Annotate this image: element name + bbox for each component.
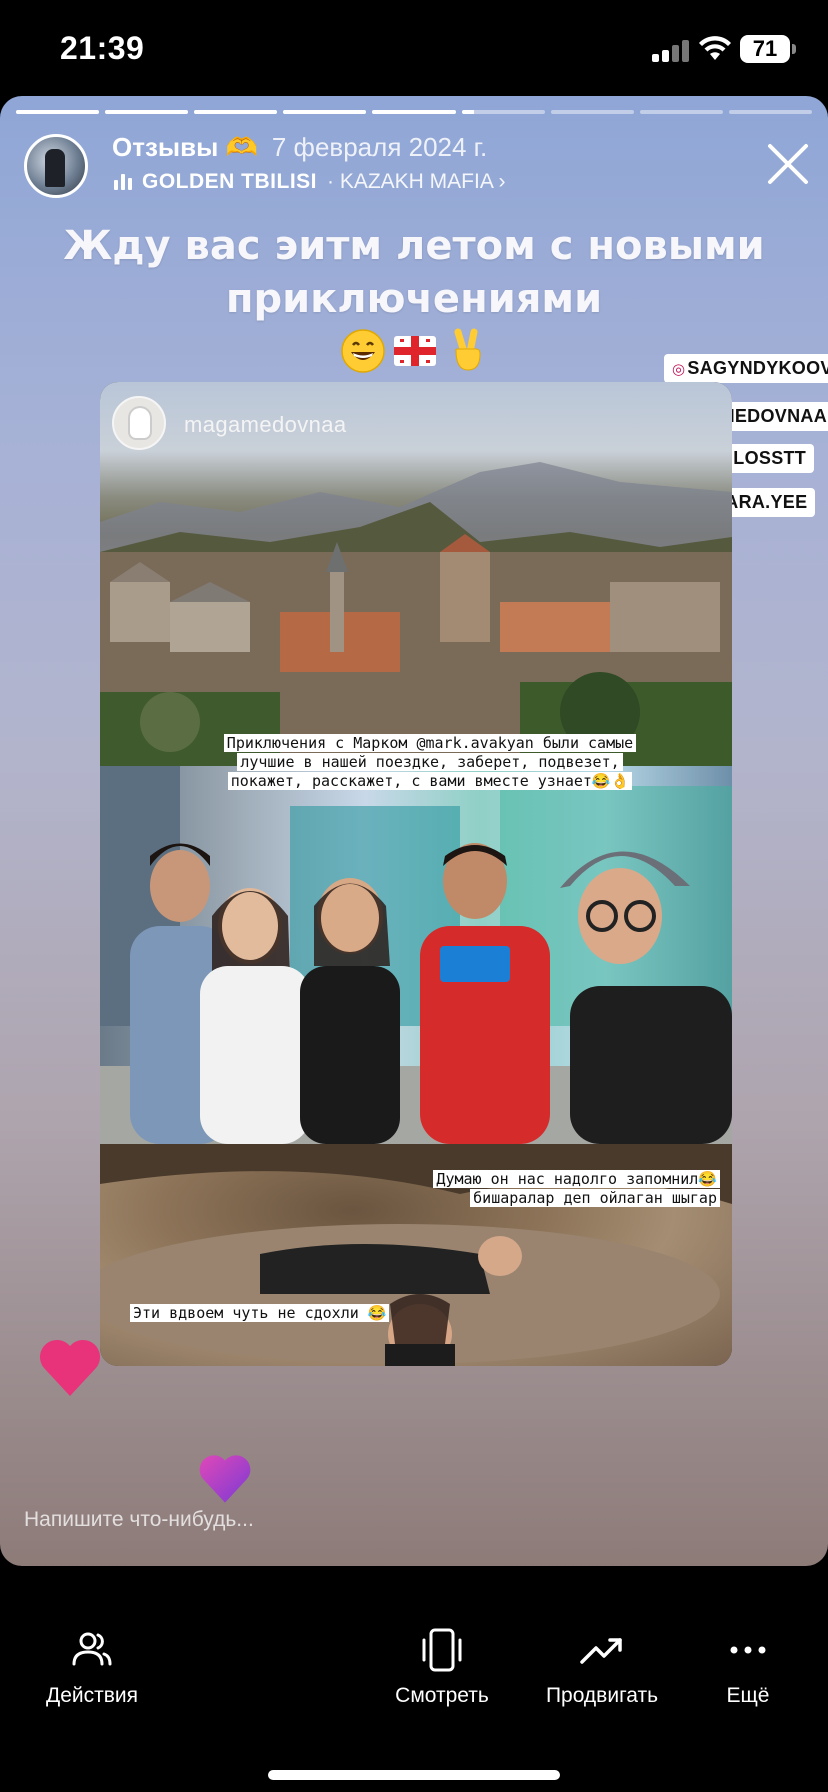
progress-segment <box>194 110 278 114</box>
progress-segment <box>372 110 456 114</box>
progress-segment <box>728 110 812 114</box>
story-author-avatar[interactable] <box>24 134 88 198</box>
mention-sagyndykoovv[interactable]: SAGYNDYKOOVV <box>664 354 828 383</box>
progress-segment <box>105 110 189 114</box>
story-date: 7 февраля 2024 г. <box>271 132 488 162</box>
cave-photo: Думаю он нас надолго запомнил😂 бишаралар… <box>100 1144 732 1366</box>
story-progress-bar <box>16 110 812 114</box>
story-music-link[interactable]: GOLDEN TBILISI · KAZAKH MAFIA › <box>114 170 506 194</box>
people-icon <box>72 1632 112 1666</box>
battery-indicator: 71 <box>740 35 796 63</box>
post-author-avatar[interactable] <box>112 396 166 450</box>
story-viewer[interactable]: Отзывы 🫶 7 февраля 2024 г. GOLDEN TBILISI… <box>0 96 828 1566</box>
cellular-signal-icon <box>652 38 692 62</box>
close-icon[interactable] <box>762 138 814 190</box>
progress-segment <box>461 110 545 114</box>
victory-hand-icon <box>454 328 481 371</box>
group-selfie-photo: Приключения с Марком @mark.avakyan были … <box>100 734 732 1144</box>
progress-segment <box>283 110 367 114</box>
city-buildings-illustration <box>100 534 732 766</box>
story-caption: Жду вас эитм летом с новыми приключениям… <box>63 223 765 322</box>
progress-segment <box>550 110 634 114</box>
heart-reaction-purple-icon <box>199 1455 251 1503</box>
caption-adventure: Приключения с Марком @mark.avakyan были … <box>200 734 660 791</box>
reply-input[interactable]: Напишите что-нибудь... <box>24 1508 254 1532</box>
music-artist: · KAZAKH MAFIA › <box>327 170 506 193</box>
caption-two-people: Эти вдвоем чуть не сдохли 😂 <box>130 1304 410 1323</box>
trending-up-icon <box>580 1638 622 1664</box>
actions-label: Действия <box>45 1684 138 1707</box>
georgia-flag-icon <box>394 336 436 366</box>
actions-button[interactable]: Действия <box>2 1626 182 1708</box>
wifi-icon <box>699 36 731 60</box>
heart-reaction-icon <box>39 1339 101 1396</box>
bottom-action-bar: Действия Смотреть Продвигать Ещё <box>0 1566 828 1792</box>
group-people-illustration <box>100 766 732 1144</box>
post-username[interactable]: magamedovnaa <box>184 412 347 438</box>
status-bar: 21:39 71 <box>0 0 828 96</box>
progress-segment <box>639 110 723 114</box>
more-icon <box>730 1646 766 1654</box>
music-track: GOLDEN TBILISI <box>142 170 317 193</box>
phone-view-icon <box>422 1628 462 1672</box>
caption-emojis <box>340 328 490 374</box>
caption-remember: Думаю он нас надолго запомнил😂 бишаралар… <box>400 1170 720 1208</box>
view-label: Смотреть <box>395 1684 489 1707</box>
more-button[interactable]: Ещё <box>658 1626 828 1708</box>
music-bars-icon <box>114 174 132 190</box>
more-label: Ещё <box>726 1684 770 1707</box>
shared-post-collage[interactable]: magamedovnaa Приключения с Марком @mark.… <box>100 382 732 1366</box>
story-title-text: Отзывы 🫶 <box>112 132 258 162</box>
story-title[interactable]: Отзывы 🫶 7 февраля 2024 г. <box>112 132 487 163</box>
view-button[interactable]: Смотреть <box>352 1626 532 1708</box>
home-indicator[interactable] <box>268 1770 560 1780</box>
tbilisi-city-photo: magamedovnaa <box>100 382 732 766</box>
progress-segment <box>16 110 100 114</box>
status-time: 21:39 <box>60 30 145 66</box>
grinning-face-icon <box>341 329 385 373</box>
